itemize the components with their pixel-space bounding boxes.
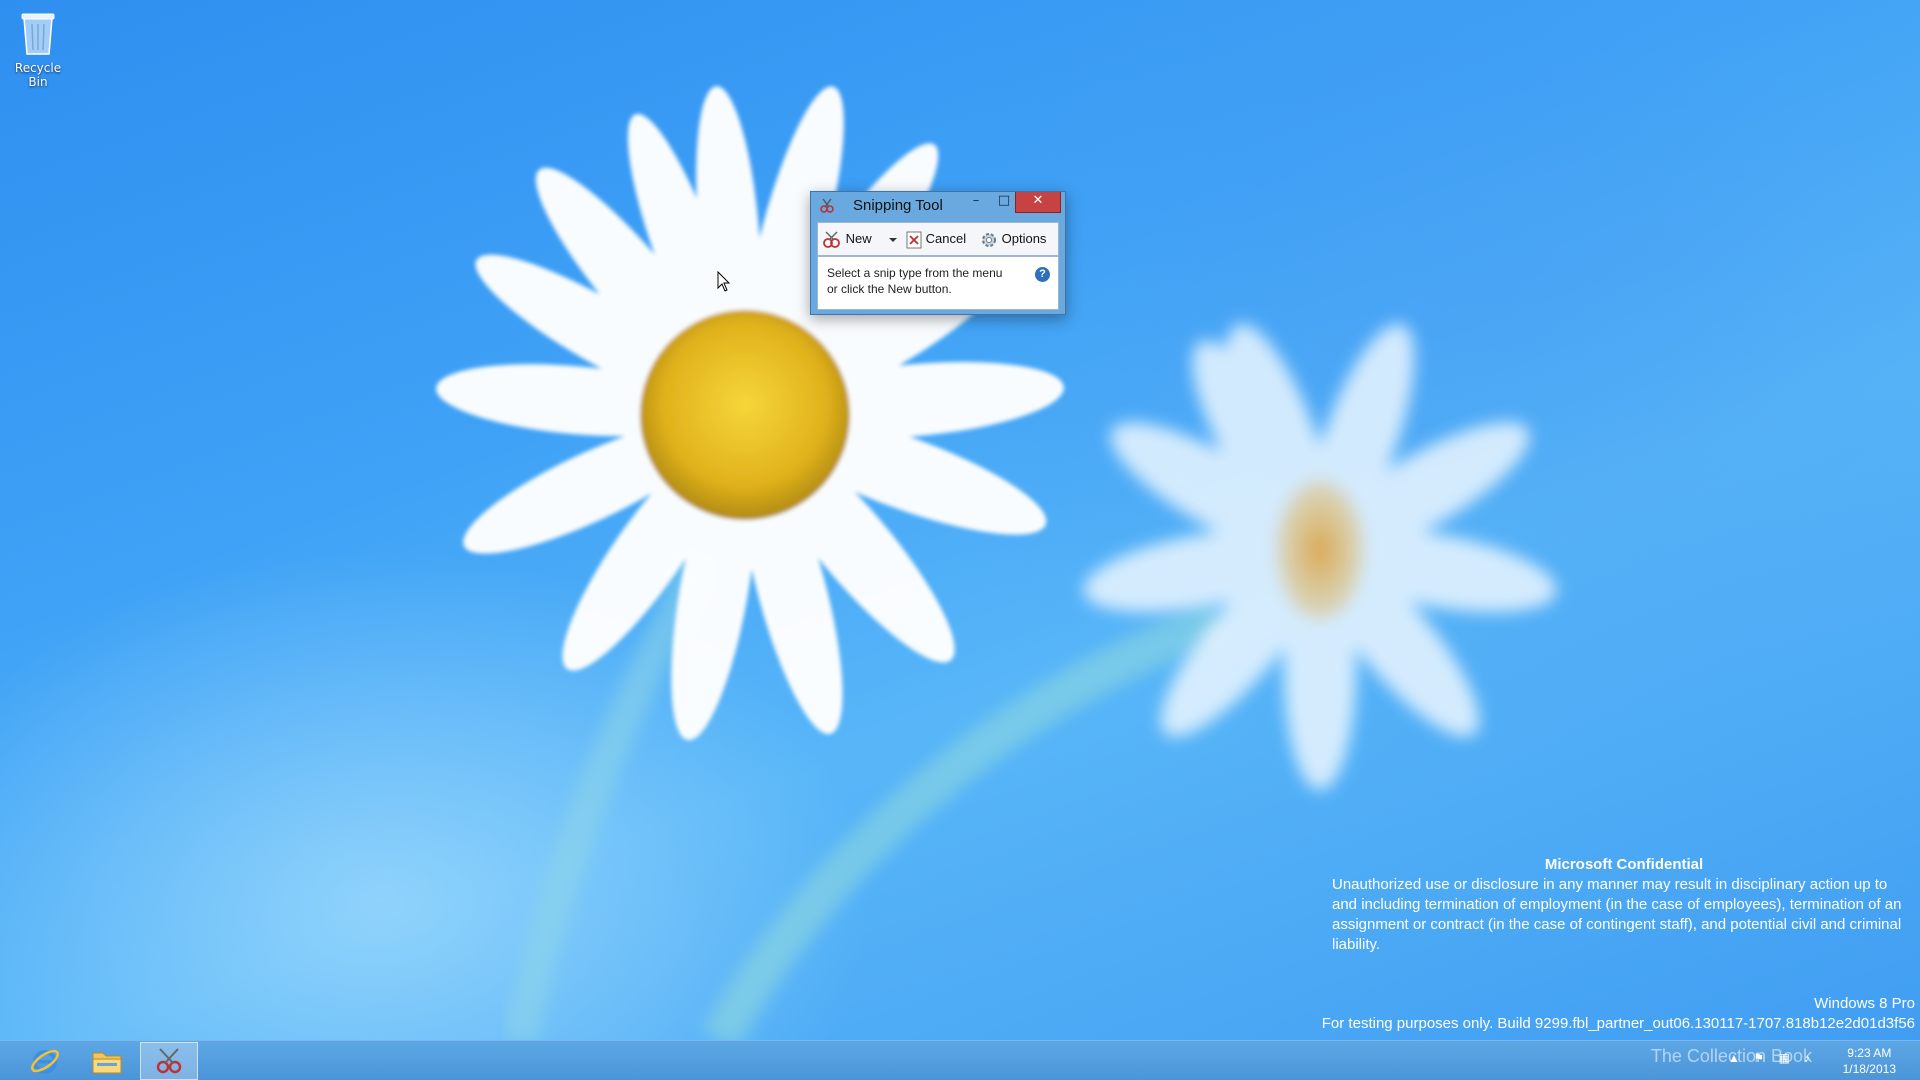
close-button[interactable]: ✕: [1015, 192, 1061, 213]
taskbar: The Collection Book ▲ ⚑ ▦ ♪ 9:23 AM 1/18…: [0, 1040, 1920, 1080]
maximize-button[interactable]: □: [991, 192, 1017, 212]
chevron-down-icon: [889, 237, 897, 242]
taskbar-file-explorer[interactable]: [78, 1042, 136, 1080]
cancel-button-label: Cancel: [925, 231, 967, 246]
scissors-icon: [820, 198, 834, 213]
new-button-label: New: [845, 231, 872, 246]
recycle-bin-label: Recycle Bin: [14, 61, 62, 89]
minimize-button[interactable]: –: [963, 192, 989, 212]
cancel-icon: [906, 231, 922, 249]
recycle-bin-icon: [21, 13, 55, 55]
mouse-cursor-icon: [717, 271, 731, 292]
tray-icons: ▲ ⚑ ▦ ♪: [1722, 1051, 1820, 1067]
status-message-line-2: or click the New button.: [827, 282, 952, 296]
internet-explorer-icon: [30, 1049, 60, 1074]
status-message: Select a snip type from the menu or clic…: [827, 265, 1027, 297]
status-message-panel: Select a snip type from the menu or clic…: [817, 256, 1059, 310]
confidential-header: Microsoft Confidential: [1544, 856, 1704, 873]
options-button[interactable]: Options: [980, 229, 1046, 249]
new-mode-dropdown[interactable]: [888, 229, 898, 249]
snipping-tool-window: Snipping Tool – □ ✕ New Cancel Options S…: [810, 191, 1066, 315]
network-icon[interactable]: ▦: [1779, 1051, 1795, 1067]
toolbar: New Cancel Options: [817, 222, 1059, 256]
new-button[interactable]: New: [822, 229, 872, 249]
scissors-icon: [156, 1048, 182, 1074]
clock[interactable]: 9:23 AM 1/18/2013: [1843, 1045, 1896, 1077]
show-hidden-icons-icon[interactable]: ▲: [1728, 1051, 1744, 1067]
gear-icon: [982, 232, 996, 247]
desktop: Recycle Bin Snipping Tool – □ ✕ New Canc…: [0, 0, 1920, 1080]
system-tray: The Collection Book ▲ ⚑ ▦ ♪ 9:23 AM 1/18…: [1570, 1041, 1920, 1080]
volume-icon[interactable]: ♪: [1804, 1051, 1820, 1067]
status-message-line-1: Select a snip type from the menu: [827, 266, 1003, 280]
folder-icon: [92, 1052, 122, 1074]
taskbar-internet-explorer[interactable]: [16, 1042, 74, 1080]
confidential-notice: Microsoft Confidential Unauthorized use …: [1332, 855, 1916, 955]
options-button-label: Options: [1001, 231, 1047, 246]
edition-label: Windows 8 Pro: [1814, 995, 1915, 1012]
window-title: Snipping Tool: [853, 197, 943, 214]
recycle-bin-shortcut[interactable]: Recycle Bin: [4, 4, 72, 89]
clock-time: 9:23 AM: [1847, 1046, 1892, 1060]
title-bar[interactable]: Snipping Tool – □ ✕: [811, 192, 1065, 220]
help-icon[interactable]: ?: [1035, 267, 1050, 282]
clock-date: 1/18/2013: [1842, 1062, 1896, 1076]
build-string: For testing purposes only. Build 9299.fb…: [1321, 1015, 1915, 1032]
action-center-flag-icon[interactable]: ⚑: [1753, 1051, 1769, 1067]
new-snip-icon: [823, 231, 840, 248]
cancel-button[interactable]: Cancel: [906, 229, 966, 249]
build-info: Windows 8 Pro For testing purposes only.…: [1115, 994, 1915, 1034]
confidential-body: Unauthorized use or disclosure in any ma…: [1332, 876, 1902, 953]
taskbar-snipping-tool[interactable]: [140, 1042, 198, 1080]
